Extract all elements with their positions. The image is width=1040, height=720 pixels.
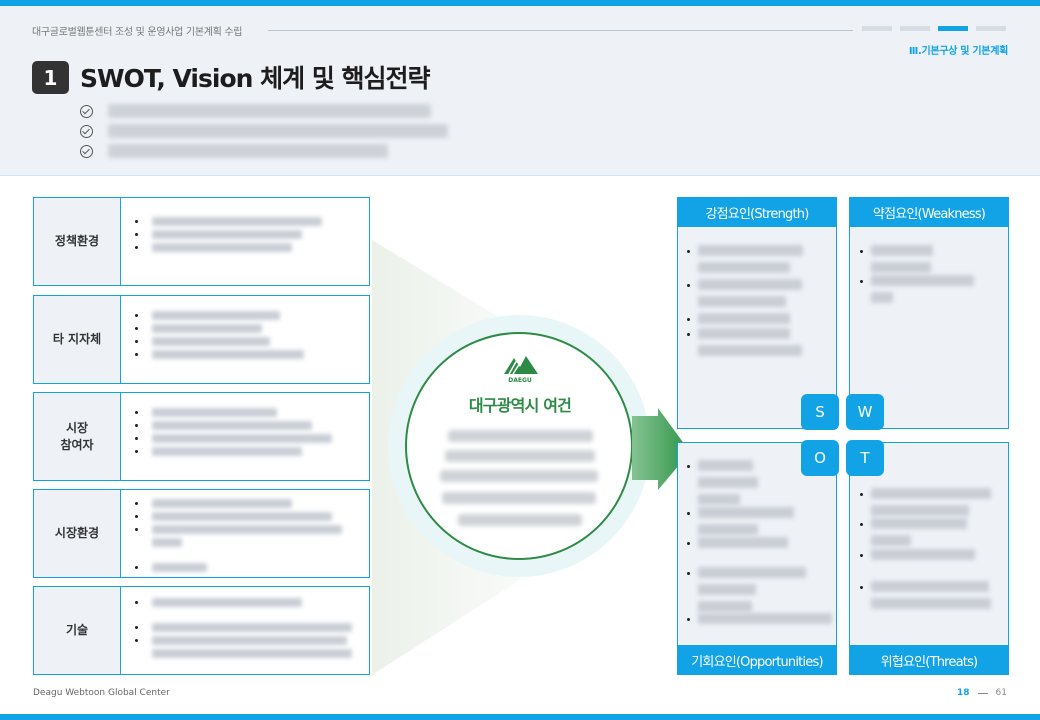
swot-weakness-header: 약점요인(Weakness) (849, 197, 1009, 227)
bullet (687, 250, 690, 253)
redacted-text (698, 494, 740, 505)
redacted-text (871, 518, 967, 529)
redacted-text (698, 584, 756, 595)
page-current: 18 (957, 688, 970, 698)
redacted-text (871, 598, 991, 609)
bullet (687, 512, 690, 515)
bullet (860, 250, 863, 253)
swot-letter-w: W (846, 394, 884, 430)
redacted-text (871, 505, 969, 516)
redacted-text (698, 601, 752, 612)
page-number: 18 61 (957, 688, 1007, 698)
redacted-text (458, 514, 582, 526)
redacted-text (698, 613, 832, 624)
bullet (687, 618, 690, 621)
bullet (860, 554, 863, 557)
redacted-text (442, 492, 596, 504)
redacted-text (440, 470, 598, 482)
redacted-text (698, 279, 802, 290)
swot-letter-t: T (846, 440, 884, 476)
redacted-text (698, 345, 802, 356)
bullet (687, 465, 690, 468)
redacted-text (698, 507, 794, 518)
redacted-text (698, 296, 786, 307)
redacted-text (871, 581, 989, 592)
bullet (687, 572, 690, 575)
redacted-text (698, 537, 788, 548)
daegu-logo: DAEGU (500, 350, 540, 388)
redacted-text (871, 275, 974, 286)
redacted-text (871, 292, 893, 303)
redacted-text (698, 477, 758, 488)
redacted-text (698, 460, 753, 471)
redacted-text (698, 313, 790, 324)
swot-letter-o: O (801, 440, 839, 476)
bullet (860, 586, 863, 589)
swot-strength-header: 강점요인(Strength) (677, 197, 837, 227)
redacted-text (698, 524, 758, 535)
bullet (860, 280, 863, 283)
redacted-text (871, 488, 991, 499)
redacted-text (448, 430, 593, 442)
page-separator (977, 692, 988, 694)
bullet (860, 523, 863, 526)
bullet (687, 542, 690, 545)
bullet (687, 333, 690, 336)
footer-center-name: Deagu Webtoon Global Center (33, 688, 170, 698)
redacted-text (445, 450, 595, 462)
redacted-text (871, 262, 931, 273)
swot-opportunities-header: 기회요인(Opportunities) (677, 645, 837, 675)
swot-letter-s: S (801, 394, 839, 430)
bottom-accent-bar (0, 714, 1040, 720)
swot-threats-header: 위협요인(Threats) (849, 645, 1009, 675)
redacted-text (698, 262, 790, 273)
redacted-text (698, 328, 790, 339)
bullet (860, 493, 863, 496)
center-title: 대구광역시 여건 (468, 396, 572, 415)
redacted-text (698, 567, 806, 578)
page-total: 61 (995, 688, 1007, 698)
redacted-text (871, 535, 911, 546)
redacted-text (871, 245, 933, 256)
bullet (687, 284, 690, 287)
bullet (687, 318, 690, 321)
redacted-text (698, 245, 803, 256)
svg-text:DAEGU: DAEGU (508, 377, 532, 384)
redacted-text (871, 549, 975, 560)
